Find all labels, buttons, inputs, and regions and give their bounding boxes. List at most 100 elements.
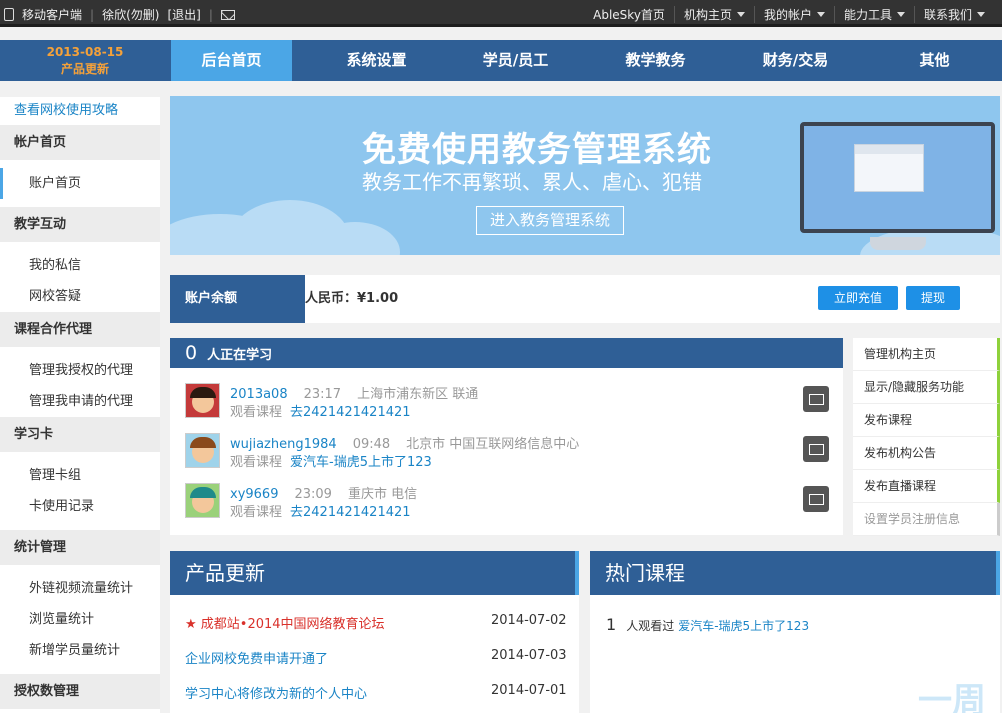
- list-item: wujiazheng1984 09:48 北京市 中国互联网络信息中心 观看课程 爱汽…: [185, 433, 835, 477]
- avatar[interactable]: [185, 483, 220, 518]
- send-message-icon[interactable]: [803, 386, 829, 412]
- learner-action: 观看课程: [230, 505, 283, 520]
- product-updates-title: 产品更新: [170, 551, 579, 595]
- learning-count: 0: [185, 342, 198, 364]
- news-date: 2014-07-02: [491, 613, 567, 628]
- send-message-icon[interactable]: [803, 486, 829, 512]
- top-bar: 移动客户端 | 徐欣(勿删) [退出] | AbleSky首页 机构主页 我的帐…: [0, 0, 1002, 27]
- product-updates-panel: 产品更新 ★ 成都站•2014中国网络教育论坛 2014-07-02 企业网校免…: [170, 551, 579, 713]
- learner-course-link[interactable]: 爱汽车-瑞虎5上市了123: [290, 455, 432, 470]
- chevron-down-icon: [816, 12, 825, 17]
- my-account-menu[interactable]: 我的帐户: [753, 6, 834, 23]
- enter-system-button[interactable]: 进入教务管理系统: [476, 206, 624, 235]
- menu-item-publish-live[interactable]: 发布直播课程: [853, 470, 1000, 503]
- mobile-client-link[interactable]: 移动客户端: [22, 6, 82, 23]
- learning-title: 人正在学习: [207, 347, 273, 363]
- menu-item-registration-info[interactable]: 设置学员注册信息: [853, 503, 1000, 536]
- news-date: 2014-07-03: [491, 648, 567, 663]
- sidebar-item-video-traffic[interactable]: 外链视频流量统计: [0, 573, 160, 604]
- balance-label: 账户余额: [170, 275, 305, 323]
- recharge-button[interactable]: 立即充值: [818, 286, 898, 310]
- learner-course-link[interactable]: 去2421421421421: [290, 505, 411, 520]
- mobile-icon: [4, 8, 14, 21]
- menu-item-publish-notice[interactable]: 发布机构公告: [853, 437, 1000, 470]
- sidebar-item-authorized-agents[interactable]: 管理我授权的代理: [0, 355, 160, 386]
- tab-students-staff[interactable]: 学员/员工: [455, 40, 576, 81]
- tab-other[interactable]: 其他: [874, 40, 995, 81]
- learning-now-panel: 0 人正在学习 2013a08 23:17 上海市浦东新区 联通 观看课程 去2421…: [170, 338, 843, 535]
- list-item: 2013a08 23:17 上海市浦东新区 联通 观看课程 去242142142142…: [185, 383, 835, 427]
- tab-finance[interactable]: 财务/交易: [735, 40, 856, 81]
- learner-location: 上海市浦东新区 联通: [357, 387, 479, 402]
- mail-icon[interactable]: [220, 9, 235, 20]
- avatar[interactable]: [185, 433, 220, 468]
- balance-amount: 人民币：¥1.00: [305, 291, 399, 306]
- chevron-down-icon: [896, 12, 905, 17]
- main-nav: 2013-08-15 产品更新 后台首页 系统设置 学员/员工 教学教务 财务/…: [0, 40, 1002, 81]
- sidebar-group-statistics: 统计管理: [0, 530, 160, 565]
- sidebar-item-card-groups[interactable]: 管理卡组: [0, 460, 160, 491]
- learner-username[interactable]: xy9669: [230, 487, 278, 502]
- sidebar-item-applied-agents[interactable]: 管理我申请的代理: [0, 386, 160, 417]
- usage-guide-link[interactable]: 查看网校使用攻略: [0, 97, 160, 125]
- list-item: xy9669 23:09 重庆市 电信 观看课程 去2421421421421: [185, 483, 835, 527]
- learner-action: 观看课程: [230, 455, 283, 470]
- tab-system-settings[interactable]: 系统设置: [316, 40, 437, 81]
- learning-header: 0 人正在学习: [170, 338, 843, 368]
- sidebar-item-messages[interactable]: 我的私信: [0, 250, 160, 281]
- banner-subtitle: 教务工作不再繁琐、累人、虐心、犯错: [362, 170, 702, 194]
- sidebar-group-interaction: 教学互动: [0, 207, 160, 242]
- learner-action: 观看课程: [230, 405, 283, 420]
- news-link[interactable]: ★ 成都站•2014中国网络教育论坛: [185, 617, 385, 632]
- org-home-menu[interactable]: 机构主页: [673, 6, 754, 23]
- hot-course-viewers-label: 人观看过: [626, 619, 675, 633]
- hot-course-rank: 1: [606, 615, 617, 634]
- news-date: 2014-07-01: [491, 683, 567, 698]
- learner-location: 北京市 中国互联网络信息中心: [406, 437, 580, 452]
- menu-item-toggle-services[interactable]: 显示/隐藏服务功能: [853, 371, 1000, 404]
- contact-menu[interactable]: 联系我们: [913, 6, 994, 23]
- chevron-down-icon: [977, 12, 985, 17]
- monitor-illustration: [800, 122, 995, 233]
- list-item: 企业网校免费申请开通了 2014-07-03: [185, 648, 567, 667]
- sidebar-group-agency: 课程合作代理: [0, 312, 160, 347]
- learner-username[interactable]: wujiazheng1984: [230, 437, 337, 452]
- hot-courses-title: 热门课程: [590, 551, 1000, 595]
- sidebar-item-qa[interactable]: 网校答疑: [0, 281, 160, 312]
- learner-username[interactable]: 2013a08: [230, 387, 288, 402]
- tools-menu[interactable]: 能力工具: [833, 6, 914, 23]
- tab-admin-home[interactable]: 后台首页: [171, 40, 292, 81]
- sidebar-group-account: 帐户首页: [0, 125, 160, 160]
- list-item: ★ 成都站•2014中国网络教育论坛 2014-07-02: [185, 613, 567, 632]
- sidebar: 查看网校使用攻略 帐户首页 账户首页 教学互动 我的私信 网校答疑 课程合作代理…: [0, 97, 160, 713]
- menu-item-publish-course[interactable]: 发布课程: [853, 404, 1000, 437]
- watermark: 一周: [918, 681, 986, 713]
- monitor-stand: [870, 237, 926, 250]
- learner-time: 23:09: [294, 487, 332, 502]
- chevron-down-icon: [736, 12, 745, 17]
- banner-title: 免费使用教务管理系统: [362, 130, 712, 170]
- news-link[interactable]: 学习中心将修改为新的个人中心: [185, 687, 367, 702]
- sidebar-item-card-usage[interactable]: 卡使用记录: [0, 491, 160, 522]
- withdraw-button[interactable]: 提现: [906, 286, 960, 310]
- tab-teaching[interactable]: 教学教务: [595, 40, 716, 81]
- product-update-badge[interactable]: 2013-08-15 产品更新: [0, 40, 170, 81]
- learner-time: 23:17: [303, 387, 342, 402]
- logout-link[interactable]: [退出]: [167, 6, 200, 23]
- ablesky-home-link[interactable]: AbleSky首页: [584, 6, 674, 23]
- sidebar-item-account-home[interactable]: 账户首页: [0, 168, 160, 199]
- promo-banner[interactable]: 免费使用教务管理系统 教务工作不再繁琐、累人、虐心、犯错 进入教务管理系统: [170, 96, 1000, 255]
- list-item: 学习中心将修改为新的个人中心 2014-07-01: [185, 683, 567, 702]
- sidebar-item-pageviews[interactable]: 浏览量统计: [0, 604, 160, 635]
- learner-course-link[interactable]: 去2421421421421: [290, 405, 411, 420]
- avatar[interactable]: [185, 383, 220, 418]
- learner-time: 09:48: [352, 437, 391, 452]
- account-balance: 账户余额 人民币：¥1.00 立即充值 提现: [170, 275, 1000, 323]
- menu-item-manage-org-home[interactable]: 管理机构主页: [853, 338, 1000, 371]
- hot-course-link[interactable]: 爱汽车-瑞虎5上市了123: [678, 619, 809, 633]
- send-message-icon[interactable]: [803, 436, 829, 462]
- quick-actions-menu: 管理机构主页 显示/隐藏服务功能 发布课程 发布机构公告 发布直播课程 设置学员…: [853, 338, 1000, 536]
- news-link[interactable]: 企业网校免费申请开通了: [185, 652, 328, 667]
- username: 徐欣(勿删): [102, 8, 160, 22]
- sidebar-item-new-students[interactable]: 新增学员量统计: [0, 635, 160, 666]
